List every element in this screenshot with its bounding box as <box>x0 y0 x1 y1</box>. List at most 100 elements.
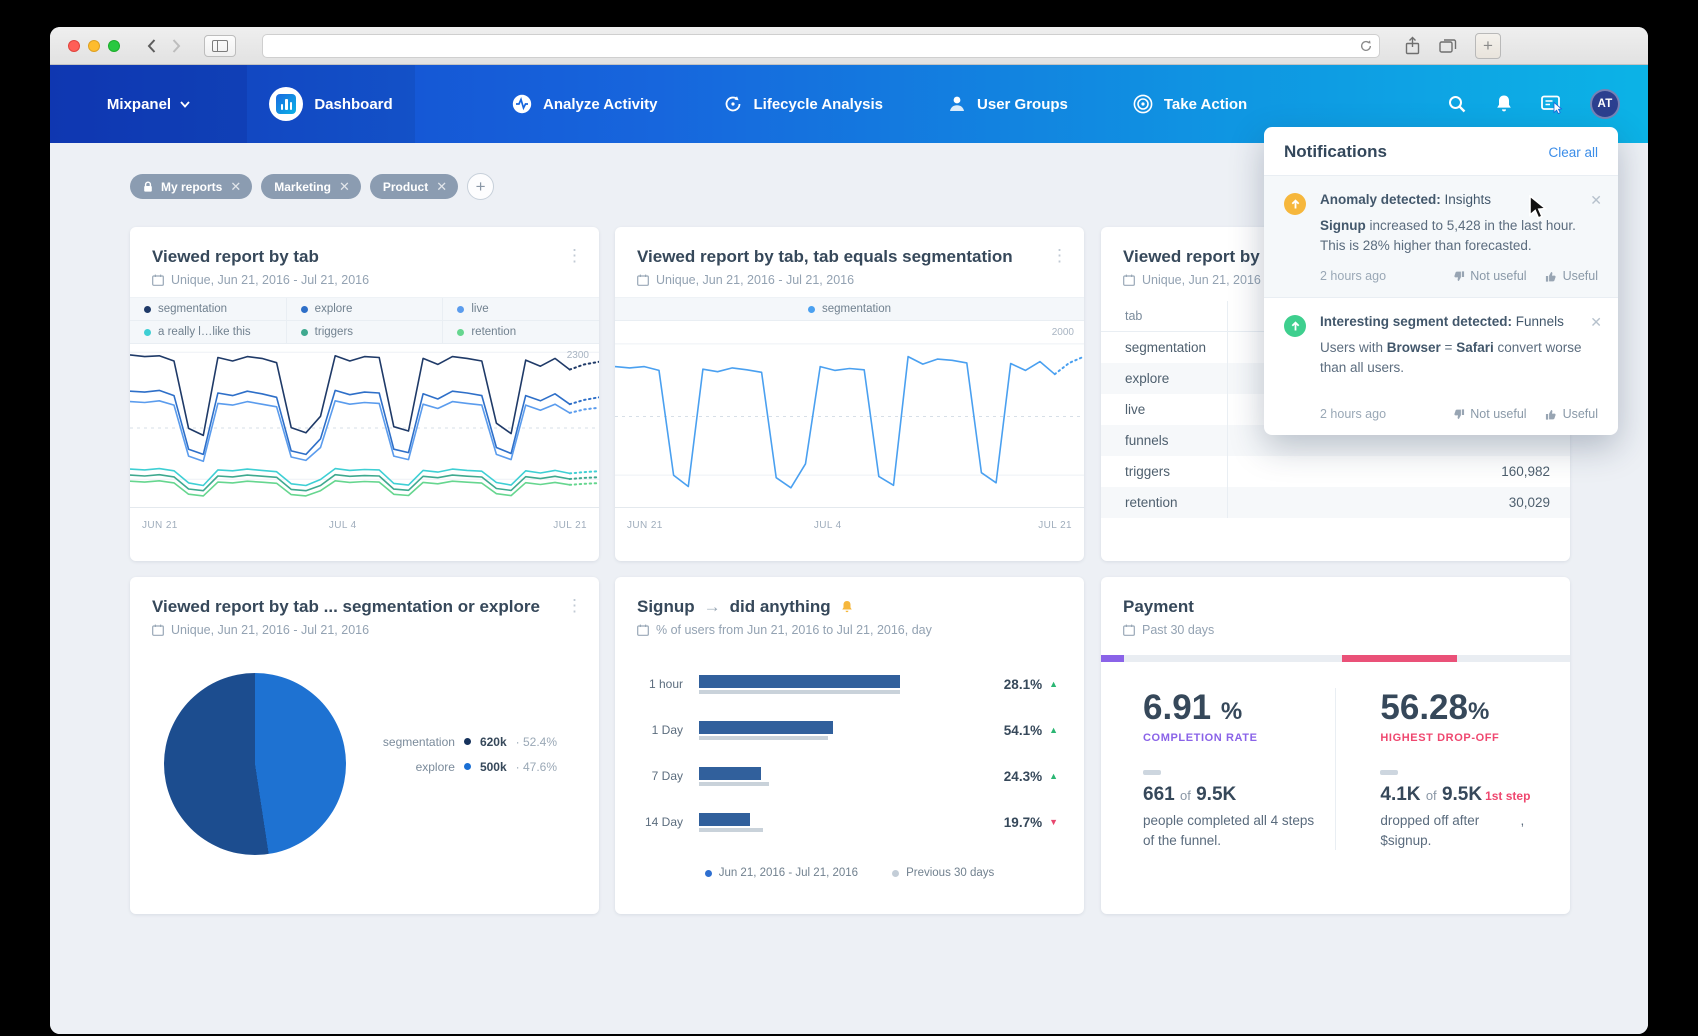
sidebar-toggle-button[interactable] <box>204 35 236 57</box>
dropoff-stats: 56.28% HIGHEST DROP-OFF 4.1K of 9.5K1st … <box>1335 688 1570 850</box>
pie-chart <box>164 673 346 855</box>
search-icon[interactable] <box>1446 93 1468 115</box>
address-bar[interactable] <box>262 34 1380 58</box>
card-date-range: % of users from Jun 21, 2016 to Jul 21, … <box>656 623 932 637</box>
clear-all-link[interactable]: Clear all <box>1548 145 1598 160</box>
browser-window: + Mixpanel Dashboard Analyze Activity <box>50 27 1648 1034</box>
tab-overview-icon[interactable] <box>1439 38 1457 54</box>
trend-arrow-icon: ▲ <box>1049 771 1058 781</box>
share-icon[interactable] <box>1404 36 1421 56</box>
browser-forward-button[interactable] <box>171 38 182 54</box>
y-axis-label: 2300 <box>567 350 589 361</box>
completion-rate-label: COMPLETION RATE <box>1143 732 1335 744</box>
browser-back-button[interactable] <box>146 38 157 54</box>
card-viewed-report-by-tab: Viewed report by tab Unique, Jun 21, 201… <box>130 227 599 561</box>
legend-item[interactable]: segmentation <box>130 298 287 321</box>
activity-pulse-icon <box>511 93 533 115</box>
thumbs-down-icon <box>1452 408 1465 421</box>
arrow-up-circle-icon <box>1284 193 1306 215</box>
funnel-row: 7 Day 24.3%▲ <box>641 753 1058 799</box>
remove-chip-icon[interactable]: ✕ <box>230 179 241 195</box>
thumbs-up-icon <box>1545 408 1558 421</box>
brand-label: Mixpanel <box>107 96 171 113</box>
calendar-icon <box>152 624 164 636</box>
card-date-range: Unique, Jun 21, 2016 - Jul 21, 2016 <box>656 273 854 287</box>
zoom-window-button[interactable] <box>108 40 120 52</box>
notification-anomaly[interactable]: Anomaly detected: Insights ✕ Signup incr… <box>1264 175 1618 297</box>
x-axis: JUN 21 JUL 4 JUL 21 <box>142 515 587 537</box>
legend-item[interactable]: live <box>443 298 599 321</box>
nav-item-analyze-activity[interactable]: Analyze Activity <box>511 93 658 115</box>
reload-icon[interactable] <box>1359 39 1373 58</box>
card-payment: Payment Past 30 days 6.91 % COMPLETION R… <box>1101 577 1570 914</box>
thumbs-down-icon <box>1452 270 1465 283</box>
close-icon[interactable]: ✕ <box>1590 192 1602 209</box>
lock-icon <box>143 181 153 193</box>
card-menu-icon[interactable]: ⋮ <box>566 249 583 263</box>
notifications-compose-icon[interactable] <box>1540 93 1564 115</box>
filter-chip-my-reports[interactable]: My reports ✕ <box>130 174 252 199</box>
legend-item[interactable]: explore <box>287 298 444 321</box>
browser-titlebar: + <box>50 27 1648 65</box>
minimize-window-button[interactable] <box>88 40 100 52</box>
remove-chip-icon[interactable]: ✕ <box>436 179 447 195</box>
avatar[interactable]: AT <box>1590 89 1620 119</box>
nav-item-label: Dashboard <box>314 96 392 113</box>
legend-item[interactable]: segmentation 620k · 52.4% <box>383 729 557 754</box>
funnel-row: 14 Day 19.7%▼ <box>641 799 1058 845</box>
legend-item[interactable]: triggers <box>287 321 444 344</box>
legend-item[interactable]: Previous 30 days <box>892 867 994 879</box>
legend-item[interactable]: a really l…like this <box>130 321 287 344</box>
close-icon[interactable]: ✕ <box>1590 314 1602 331</box>
nav-item-take-action[interactable]: Take Action <box>1132 93 1247 115</box>
x-axis: JUN 21 JUL 4 JUL 21 <box>627 515 1072 537</box>
first-step-tag: 1st step <box>1485 789 1530 803</box>
nav-item-lifecycle-analysis[interactable]: Lifecycle Analysis <box>722 93 884 115</box>
not-useful-button[interactable]: Not useful <box>1452 269 1526 283</box>
nav-item-user-groups[interactable]: User Groups <box>947 94 1068 114</box>
card-title: Viewed report by tab ... segmentation or… <box>152 597 577 617</box>
alert-bell-icon[interactable] <box>840 599 854 615</box>
notification-segment[interactable]: Interesting segment detected: Funnels ✕ … <box>1264 297 1618 435</box>
bell-icon[interactable] <box>1494 93 1514 115</box>
chart-legend: segmentation explore live a really l…lik… <box>130 297 599 344</box>
notifications-title: Notifications <box>1284 142 1387 162</box>
card-title: Signup → did anything <box>637 597 1062 617</box>
legend-item[interactable]: Jun 21, 2016 - Jul 21, 2016 <box>705 867 858 879</box>
line-chart <box>615 325 1084 508</box>
table-row: triggers160,982 <box>1101 456 1570 487</box>
traffic-lights <box>68 40 120 52</box>
remove-chip-icon[interactable]: ✕ <box>339 179 350 195</box>
completion-segment <box>1101 655 1124 662</box>
card-signup-did-anything: Signup → did anything % of users from Ju… <box>615 577 1084 914</box>
chip-label: Product <box>383 180 428 194</box>
useful-button[interactable]: Useful <box>1545 407 1598 421</box>
funnel-row: 1 Day 54.1%▲ <box>641 707 1058 753</box>
notification-body: Signup increased to 5,428 in the last ho… <box>1320 216 1596 255</box>
calendar-icon <box>1123 274 1135 286</box>
add-filter-button[interactable]: + <box>467 173 494 200</box>
card-date-range: Unique, Jun 21, 2016 - Jul 21, 2016 <box>171 273 369 287</box>
notification-time: 2 hours ago <box>1320 269 1386 283</box>
notification-time: 2 hours ago <box>1320 407 1386 421</box>
legend-item[interactable]: segmentation <box>615 298 1084 321</box>
card-viewed-report-segmentation: Viewed report by tab, tab equals segment… <box>615 227 1084 561</box>
legend-item[interactable]: retention <box>443 321 599 344</box>
nav-item-dashboard[interactable]: Dashboard <box>247 65 415 143</box>
close-window-button[interactable] <box>68 40 80 52</box>
card-menu-icon[interactable]: ⋮ <box>566 599 583 613</box>
chip-label: Marketing <box>274 180 331 194</box>
card-pie-segmentation-explore: Viewed report by tab ... segmentation or… <box>130 577 599 914</box>
filter-chip-marketing[interactable]: Marketing ✕ <box>261 174 361 199</box>
legend-item[interactable]: explore 500k · 47.6% <box>383 754 557 779</box>
new-tab-button[interactable]: + <box>1475 33 1501 59</box>
chevron-down-icon <box>180 101 190 108</box>
useful-button[interactable]: Useful <box>1545 269 1598 283</box>
table-row: retention30,029 <box>1101 487 1570 518</box>
pie-legend: segmentation 620k · 52.4% explore 500k ·… <box>383 729 557 779</box>
not-useful-button[interactable]: Not useful <box>1452 407 1526 421</box>
workspace-switcher[interactable]: Mixpanel <box>50 65 247 143</box>
filter-chip-product[interactable]: Product ✕ <box>370 174 458 199</box>
chip-label: My reports <box>161 180 222 194</box>
card-menu-icon[interactable]: ⋮ <box>1051 249 1068 263</box>
